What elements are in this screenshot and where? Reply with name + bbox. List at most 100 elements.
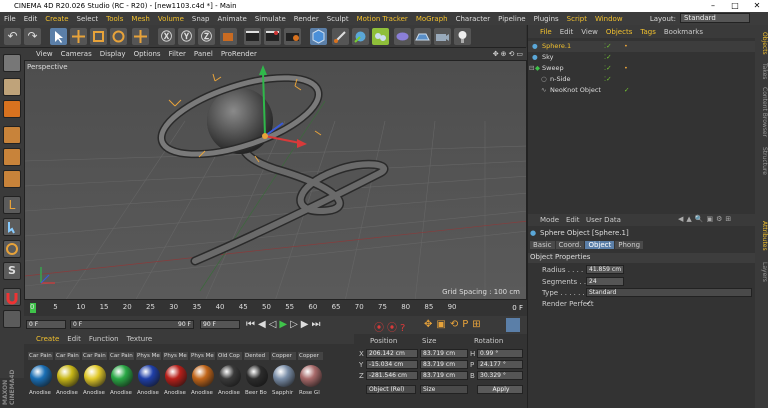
om-menu-bookmarks[interactable]: Bookmarks	[664, 28, 703, 36]
deformer-icon[interactable]	[394, 28, 411, 45]
enable-axis-icon[interactable]: L	[3, 196, 21, 214]
rotate-icon[interactable]	[110, 28, 127, 45]
object-row[interactable]: ● Sky ⁚✓	[528, 52, 755, 63]
menu-create[interactable]: Create	[45, 15, 68, 23]
vtab-structure[interactable]: Structure	[755, 141, 768, 181]
material-menu-function[interactable]: Function	[89, 335, 119, 343]
material-swatch[interactable]	[84, 365, 106, 387]
live-selection-icon[interactable]	[50, 28, 67, 45]
size-mode-select[interactable]: Size	[420, 385, 468, 394]
menu-window[interactable]: Window	[595, 15, 623, 23]
model-mode-icon[interactable]	[132, 28, 149, 45]
attr-nav-icons[interactable]: ◀▲🔍▣⚙⊞	[678, 215, 734, 223]
make-editable-icon[interactable]	[3, 54, 21, 72]
key-filter-icons[interactable]: ✥▣⟲P⊞	[424, 319, 485, 330]
coordinate-system-icon[interactable]	[220, 28, 237, 45]
snap-icon[interactable]: S	[3, 262, 21, 280]
redo-icon[interactable]: ↷	[24, 28, 41, 45]
viewport-menu-filter[interactable]: Filter	[169, 50, 186, 58]
object-row[interactable]: ⊟ ◆ Sweep ⁚✓ •	[528, 63, 755, 74]
collapse-icon[interactable]: ⊟	[529, 63, 534, 74]
preview-range-slider[interactable]: 0 F 90 F	[70, 320, 194, 329]
array-icon[interactable]	[372, 28, 389, 45]
lock-workplane-icon[interactable]	[3, 310, 21, 328]
visibility-icon[interactable]: ✓	[624, 85, 629, 96]
layout-select[interactable]: Standard	[680, 13, 750, 23]
playback-controls[interactable]: ⏮◀◁▶▷▶⏭	[246, 319, 323, 330]
floor-icon[interactable]	[414, 28, 431, 45]
move-icon[interactable]	[70, 28, 87, 45]
start-frame-field[interactable]: 0 F	[26, 320, 66, 329]
visibility-icon[interactable]: ⁚✓	[604, 52, 612, 63]
tab-phong[interactable]: Phong	[615, 241, 644, 249]
undo-icon[interactable]: ↶	[4, 28, 21, 45]
workplane-icon[interactable]	[3, 100, 21, 118]
viewport-menu-prorender[interactable]: ProRender	[221, 50, 257, 58]
polygons-mode-icon[interactable]	[3, 170, 21, 188]
om-menu-objects[interactable]: Objects	[606, 28, 632, 36]
material-menu-edit[interactable]: Edit	[67, 335, 81, 343]
record-keys-icon[interactable]: ⦿⦿?	[374, 319, 408, 334]
om-menu-edit[interactable]: Edit	[560, 28, 574, 36]
texture-mode-icon[interactable]	[3, 78, 21, 96]
render-settings-icon[interactable]	[284, 28, 301, 45]
close-button[interactable]: ✕	[746, 0, 768, 12]
material-swatch[interactable]	[246, 365, 268, 387]
pen-spline-icon[interactable]	[332, 28, 349, 45]
render-view-icon[interactable]	[244, 28, 261, 45]
vtab-content-browser[interactable]: Content Browser	[755, 85, 768, 139]
menu-file[interactable]: File	[4, 15, 16, 23]
menu-character[interactable]: Character	[456, 15, 491, 23]
radius-field[interactable]: 41.859 cm	[586, 265, 624, 274]
size-z-field[interactable]: 83.719 cm	[420, 371, 468, 380]
size-y-field[interactable]: 83.719 cm	[420, 360, 468, 369]
cube-icon[interactable]	[310, 28, 327, 45]
object-row[interactable]: ∿ NeoKnot Object ✓	[528, 85, 755, 96]
maximize-button[interactable]: □	[724, 0, 746, 12]
viewport-menu-display[interactable]: Display	[100, 50, 126, 58]
tag-icon[interactable]: •	[624, 41, 628, 52]
menu-motion-tracker[interactable]: Motion Tracker	[357, 15, 408, 23]
material-swatch[interactable]	[111, 365, 133, 387]
visibility-icon[interactable]: ⁚✓	[604, 41, 612, 52]
points-mode-icon[interactable]	[3, 126, 21, 144]
om-menu-file[interactable]: File	[540, 28, 552, 36]
menu-sculpt[interactable]: Sculpt	[327, 15, 349, 23]
tag-icon[interactable]: •	[624, 63, 628, 74]
menu-edit[interactable]: Edit	[24, 15, 38, 23]
tweak-icon[interactable]	[3, 218, 21, 236]
material-swatch[interactable]	[300, 365, 322, 387]
magnet-icon[interactable]	[3, 288, 21, 306]
size-x-field[interactable]: 83.719 cm	[420, 349, 468, 358]
rotation-p-field[interactable]: 24.177 °	[477, 360, 523, 369]
menu-plugins[interactable]: Plugins	[534, 15, 559, 23]
material-menu-create[interactable]: Create	[36, 335, 59, 343]
attr-menu-user-data[interactable]: User Data	[586, 216, 621, 224]
tab-coord[interactable]: Coord.	[555, 241, 585, 249]
vtab-layers[interactable]: Layers	[755, 259, 768, 285]
viewport-menu-panel[interactable]: Panel	[194, 50, 213, 58]
visibility-icon[interactable]: ⁚✓	[604, 74, 612, 85]
timeline-ruler[interactable]: 0 F 0 5 10 15 20 25 30 35 40 45 50 55 60 65 70 75 80 85 90	[24, 300, 527, 316]
x-axis-lock-icon[interactable]: Ⓧ	[158, 28, 175, 45]
menu-mograph[interactable]: MoGraph	[416, 15, 448, 23]
position-y-field[interactable]: -15.034 cm	[366, 360, 418, 369]
subdivision-icon[interactable]	[352, 28, 369, 45]
rotation-h-field[interactable]: 0.99 °	[477, 349, 523, 358]
menu-select[interactable]: Select	[77, 15, 99, 23]
z-axis-lock-icon[interactable]: Ⓩ	[198, 28, 215, 45]
material-swatch[interactable]	[273, 365, 295, 387]
y-axis-lock-icon[interactable]: Ⓨ	[178, 28, 195, 45]
vtab-attributes[interactable]: Attributes	[755, 215, 768, 257]
material-swatch[interactable]	[219, 365, 241, 387]
om-menu-tags[interactable]: Tags	[640, 28, 656, 36]
viewport[interactable]: Perspective Grid Spacing : 100 cm	[24, 60, 527, 300]
segments-field[interactable]: 24	[586, 277, 624, 286]
menu-script[interactable]: Script	[567, 15, 587, 23]
object-row[interactable]: ● Sphere.1 ⁚✓ •	[528, 41, 755, 52]
viewport-nav-icons[interactable]: ✥⊕⟲▭	[493, 50, 525, 58]
viewport-solo-icon[interactable]	[3, 240, 21, 258]
attr-menu-edit[interactable]: Edit	[566, 216, 580, 224]
camera-icon[interactable]	[434, 28, 451, 45]
menu-snap[interactable]: Snap	[192, 15, 210, 23]
